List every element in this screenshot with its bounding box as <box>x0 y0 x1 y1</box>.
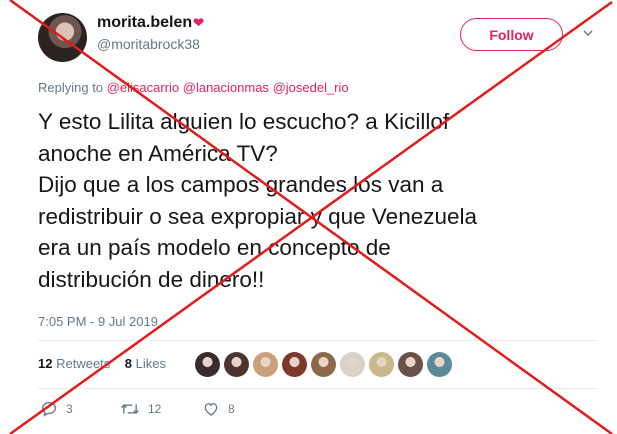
author-display-name[interactable]: morita.belen❤ <box>97 14 204 32</box>
reply-button[interactable]: 3 <box>40 400 73 418</box>
retweets-stat[interactable]: 12 Retweets <box>38 356 110 371</box>
like-count: 8 <box>228 402 235 416</box>
mention-link[interactable]: @lanacionmas <box>183 80 269 95</box>
timestamp[interactable]: 7:05 PM - 9 Jul 2019 <box>38 314 158 329</box>
follow-button[interactable]: Follow <box>460 18 563 51</box>
tweet-text-line: Dijo que a los campos grandes los van a <box>38 172 444 198</box>
liker-avatar[interactable] <box>311 352 336 377</box>
heart-icon: ❤ <box>193 15 205 30</box>
liker-avatar[interactable] <box>253 352 278 377</box>
retweet-button[interactable]: 12 <box>120 400 161 418</box>
liker-avatar[interactable] <box>398 352 423 377</box>
retweets-label: Retweets <box>56 356 111 371</box>
liker-avatar[interactable] <box>369 352 394 377</box>
like-button[interactable]: 8 <box>202 400 235 418</box>
avatar[interactable] <box>38 13 87 62</box>
tweet-text-line: redistribuir o sea expropiar y que Venez… <box>38 203 478 229</box>
liker-avatar[interactable] <box>427 352 452 377</box>
divider <box>38 340 597 341</box>
likes-label: Likes <box>135 356 166 371</box>
tweet-text-line: Y esto Lilita alguien lo escucho? a Kici… <box>38 109 450 134</box>
retweet-icon <box>121 404 139 414</box>
liker-avatar[interactable] <box>340 352 365 377</box>
heart-icon <box>204 403 218 416</box>
tweet-text-line: anoche en América TV? <box>38 140 278 166</box>
mention-link[interactable]: @elisacarrio <box>107 80 179 95</box>
chevron-down-icon[interactable] <box>583 28 593 38</box>
tweet-text-line: era un país modelo en concepto de <box>38 235 391 261</box>
reply-count: 3 <box>66 402 73 416</box>
tweet-text-line: distribución de dinero!! <box>38 266 265 292</box>
likes-count: 8 <box>124 356 132 371</box>
replying-prefix: Replying to <box>38 80 104 95</box>
tweet-text: Y esto Lilita alguien lo escucho? a Kici… <box>38 106 598 296</box>
likes-stat[interactable]: 8 Likes <box>125 356 166 371</box>
mention-link[interactable]: @josedel_rio <box>273 80 349 95</box>
retweets-count: 12 <box>38 356 53 371</box>
replying-to: Replying to @elisacarrio @lanacionmas @j… <box>38 80 349 95</box>
retweet-count: 12 <box>148 402 162 416</box>
author-name-text: morita.belen <box>97 14 193 31</box>
liker-avatar[interactable] <box>195 352 220 377</box>
tweet-card: morita.belen❤ @moritabrock38 Follow Repl… <box>0 0 617 434</box>
reply-icon <box>41 401 57 417</box>
author-handle[interactable]: @moritabrock38 <box>97 36 200 52</box>
liker-avatar[interactable] <box>224 352 249 377</box>
divider <box>38 388 597 389</box>
engagement-stats: 12 Retweets 8 Likes <box>38 356 166 371</box>
liker-avatar[interactable] <box>282 352 307 377</box>
